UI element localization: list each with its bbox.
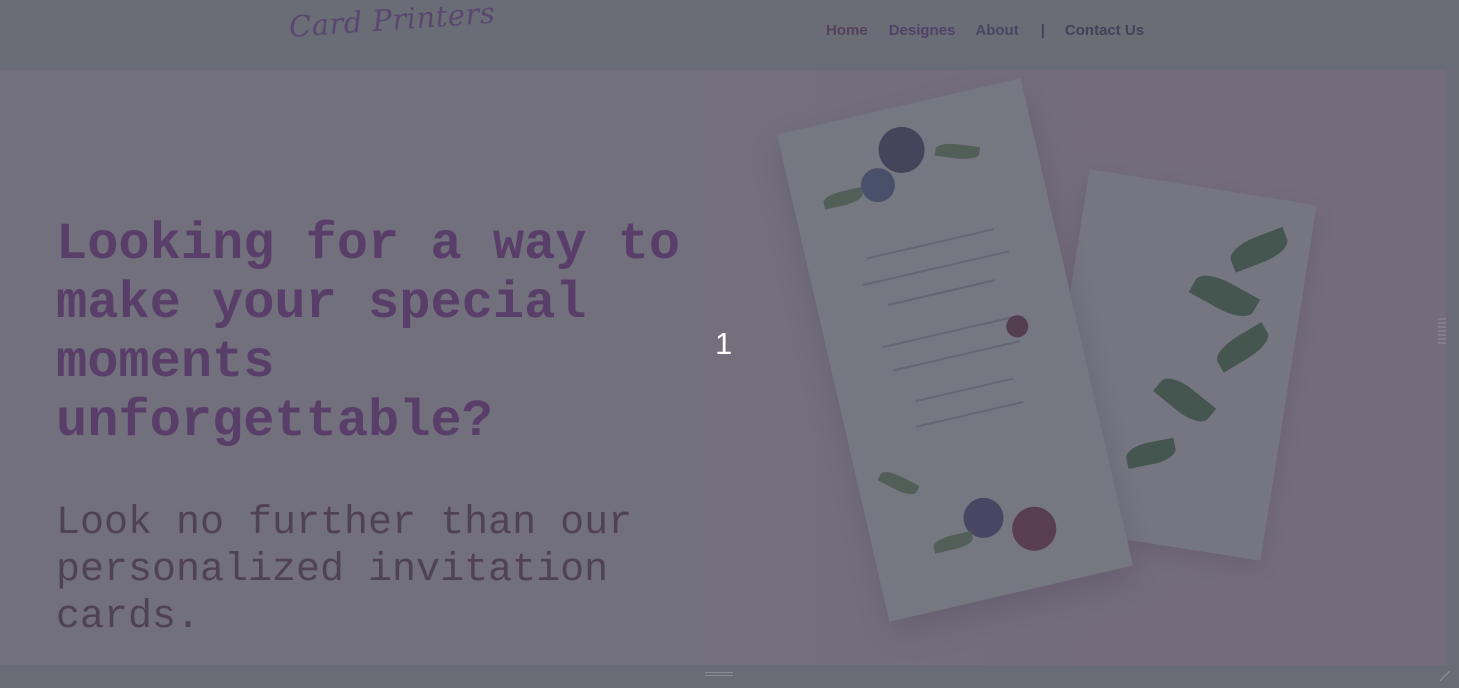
leaf-icon [1153,370,1217,429]
main-nav: Home Designes About | Contact Us [826,22,1144,39]
nav-link-designs[interactable]: Designes [889,22,956,39]
leaf-icon [932,531,975,554]
drag-grip-icon[interactable] [705,672,733,678]
page: Card Printers Home Designes About | Cont… [0,0,1459,688]
leaf-icon [821,186,865,210]
nav-link-about[interactable]: About [975,22,1018,39]
leaf-icon [1188,267,1261,325]
nav-link-home[interactable]: Home [826,22,868,39]
site-header: Card Printers Home Designes About | Cont… [0,0,1459,66]
invitation-card-front-image [776,78,1134,622]
scroll-handle[interactable] [1438,318,1446,344]
flower-icon [1007,502,1061,556]
hero-subtitle: Look no further than our personalized in… [56,501,633,640]
leaf-icon [1124,437,1178,469]
leaf-icon [1211,322,1274,373]
leaf-icon [934,141,981,162]
nav-separator: | [1040,22,1045,39]
nav-link-contact[interactable]: Contact Us [1065,22,1144,39]
resize-corner-icon[interactable] [1440,671,1450,681]
leaf-icon [1226,226,1292,273]
leaf-icon [877,467,920,499]
hero-title: Looking for a way to make your special m… [56,215,681,451]
hero-section: Looking for a way to make your special m… [0,70,1446,665]
site-logo[interactable]: Card Printers [288,0,496,44]
